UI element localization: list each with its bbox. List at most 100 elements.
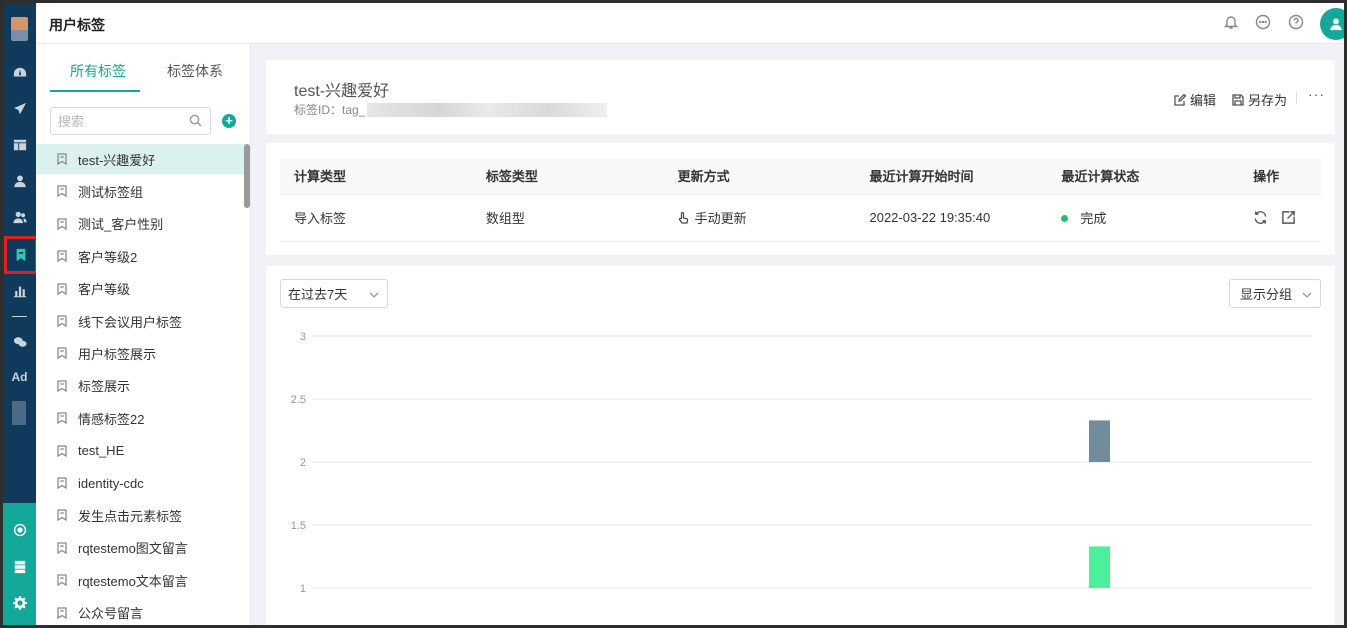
y-tick-label: 1.5	[291, 520, 306, 532]
refresh-icon[interactable]	[1253, 210, 1269, 226]
top-header: 用户标签	[36, 3, 1344, 44]
bookmark-icon	[57, 542, 69, 554]
y-tick-label: 2	[300, 457, 306, 469]
bookmark-icon	[57, 380, 69, 392]
scrollbar-thumb[interactable]	[244, 144, 250, 208]
list-item-label: 测试_客户性别	[78, 217, 164, 233]
cell-tag-type: 数组型	[471, 194, 664, 242]
save-icon	[1232, 93, 1244, 106]
cell-update-mode: 手动更新	[663, 194, 856, 242]
settings-radar-icon[interactable]	[3, 518, 36, 542]
cell-actions	[1239, 194, 1321, 242]
list-item[interactable]: 情感标签22	[36, 403, 247, 433]
list-item[interactable]: 公众号留言	[36, 598, 247, 625]
edit-icon	[1174, 93, 1186, 106]
list-item[interactable]: 测试_客户性别	[36, 209, 247, 239]
ad-label: Ad	[11, 370, 28, 384]
app-logo	[11, 17, 28, 41]
search-input[interactable]	[58, 113, 188, 129]
rail-bottom	[3, 503, 36, 625]
masked-icon	[12, 401, 26, 425]
list-item[interactable]: identity-cdc	[36, 468, 247, 498]
help-icon[interactable]	[1287, 13, 1305, 31]
dashboard-icon[interactable]	[3, 61, 36, 85]
tag-detail-header: test-兴趣爱好 标签ID： tag_ 编辑 另存为 ···	[266, 60, 1335, 134]
list-item-label: 线下会议用户标签	[78, 314, 183, 330]
y-tick-label: 1	[300, 583, 306, 595]
list-item-label: 情感标签22	[78, 411, 145, 427]
export-icon[interactable]	[1281, 210, 1297, 226]
search-icon[interactable]	[189, 114, 203, 128]
gear-icon[interactable]	[3, 591, 36, 615]
col-last-status: 最近计算状态	[1047, 158, 1240, 195]
list-item-label: 公众号留言	[78, 606, 144, 622]
send-icon[interactable]	[3, 97, 36, 121]
list-item[interactable]: 线下会议用户标签	[36, 306, 247, 336]
list-item[interactable]: 发生点击元素标签	[36, 500, 247, 530]
bookmark-icon	[57, 282, 69, 295]
list-item-label: 测试标签组	[78, 184, 144, 200]
list-item[interactable]: rqtestemo文本留言	[36, 565, 247, 595]
edit-button[interactable]: 编辑	[1174, 90, 1216, 109]
users-group-icon[interactable]	[3, 205, 36, 229]
list-item[interactable]: rqtestemo图文留言	[36, 533, 247, 563]
y-tick-label: 3	[300, 331, 306, 343]
bookmark-icon	[57, 509, 69, 522]
bookmark-icon	[57, 412, 69, 425]
list-item[interactable]: test_HE	[36, 436, 247, 466]
more-menu-button[interactable]: ···	[1308, 86, 1325, 102]
bar-chart-icon[interactable]	[3, 279, 36, 303]
list-item-label: test-兴趣爱好	[78, 152, 156, 168]
bookmark-icon	[57, 574, 69, 587]
message-icon[interactable]	[1254, 13, 1272, 31]
avatar[interactable]	[1320, 8, 1344, 40]
server-icon[interactable]	[3, 555, 36, 579]
col-calc-type: 计算类型	[280, 158, 472, 195]
list-item[interactable]: 客户等级	[36, 274, 247, 304]
tag-title: test-兴趣爱好	[294, 83, 390, 100]
bookmark-icon	[57, 218, 69, 230]
tag-id-value: tag_	[342, 102, 366, 117]
list-item-label: rqtestemo文本留言	[78, 573, 188, 589]
list-item[interactable]: 测试标签组	[36, 176, 247, 206]
list-item-label: 客户等级2	[78, 249, 138, 265]
bookmark-icon	[57, 347, 69, 360]
wechat-icon[interactable]	[3, 330, 36, 354]
list-item-label: rqtestemo图文留言	[78, 541, 188, 557]
list-item[interactable]: 标签展示	[36, 371, 247, 401]
list-item[interactable]: 用户标签展示	[36, 338, 247, 368]
cell-last-start: 2022-03-22 19:35:40	[855, 194, 1048, 242]
bell-icon[interactable]	[1222, 13, 1240, 31]
col-update-mode: 更新方式	[663, 158, 856, 195]
cell-calc-type: 导入标签	[280, 194, 472, 242]
user-tag-nav-icon[interactable]	[4, 236, 38, 274]
chart-bar[interactable]	[1089, 546, 1110, 588]
list-item-label: 发生点击元素标签	[78, 508, 183, 524]
status-text: 完成	[1080, 211, 1107, 226]
hand-pointer-icon	[678, 211, 689, 226]
edit-label: 编辑	[1190, 93, 1217, 108]
user-icon[interactable]	[3, 169, 36, 193]
ad-icon[interactable]: Ad	[3, 365, 36, 389]
bookmark-icon	[57, 153, 69, 165]
list-item-label: 客户等级	[78, 282, 131, 298]
app-window: Ad 用户标签 所有标签 标签体系 搜索 + test-兴趣爱好 测试标签组 测…	[3, 3, 1344, 625]
list-item[interactable]: test-兴趣爱好	[36, 144, 247, 174]
cell-status: 完成	[1047, 194, 1240, 242]
save-as-button[interactable]: 另存为	[1232, 90, 1287, 109]
bar-chart: 3 2.5 2 1.5 1	[291, 331, 1312, 595]
y-tick-label: 2.5	[291, 394, 306, 406]
save-as-label: 另存为	[1248, 93, 1288, 108]
tag-meta-table: 计算类型 标签类型 更新方式 最近计算开始时间 最近计算状态 操作 导入标签 数…	[280, 158, 1321, 242]
tab-tag-system[interactable]: 标签体系	[167, 61, 223, 81]
add-tag-button[interactable]: +	[222, 114, 236, 128]
chart-card: 在过去7天 显示分组 3 2.5 2 1.5 1	[266, 266, 1335, 625]
panel-tabs: 所有标签 标签体系	[36, 44, 251, 92]
list-item[interactable]: 客户等级2	[36, 241, 247, 271]
tab-all-tags[interactable]: 所有标签	[70, 61, 126, 81]
table-header-row: 计算类型 标签类型 更新方式 最近计算开始时间 最近计算状态 操作	[280, 158, 1321, 195]
col-tag-type: 标签类型	[471, 158, 664, 195]
chart-bar[interactable]	[1089, 420, 1110, 462]
bookmark-icon	[57, 185, 69, 198]
layout-icon[interactable]	[3, 133, 36, 157]
